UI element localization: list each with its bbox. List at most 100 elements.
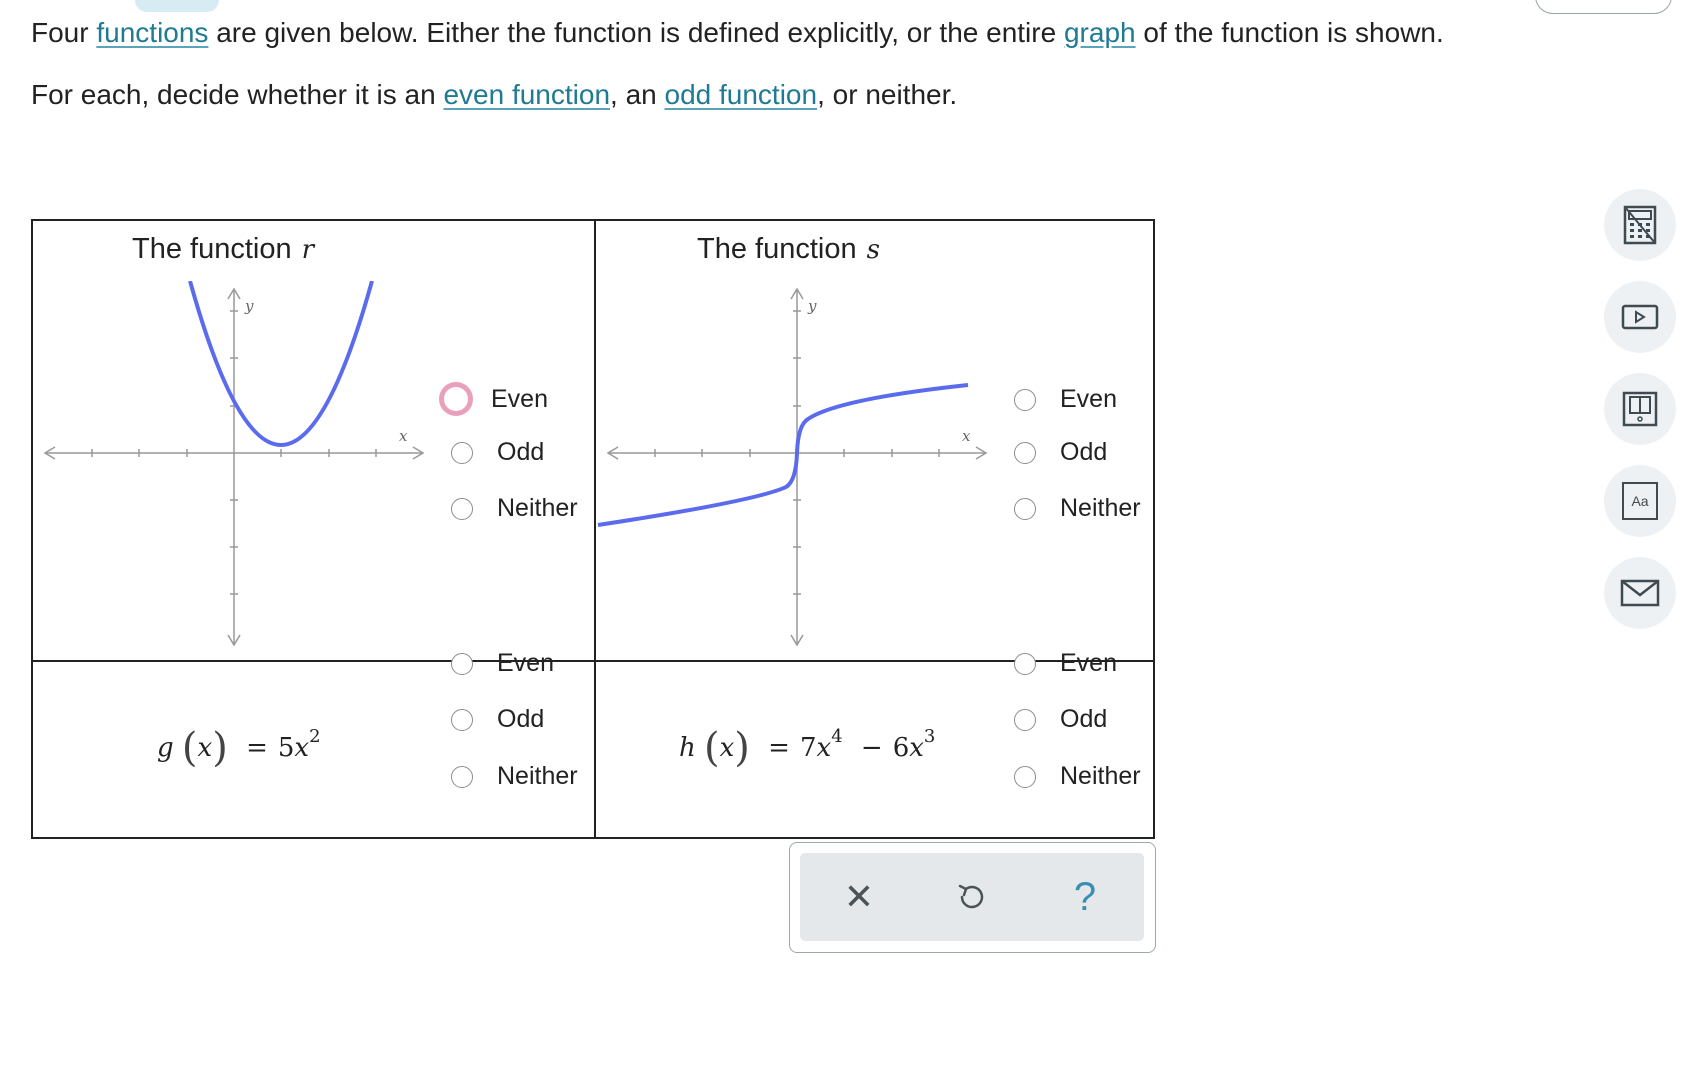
- prompt-text: are given below. Either the function is …: [208, 17, 1064, 48]
- textbook-icon: [1622, 391, 1658, 427]
- clear-button[interactable]: ✕: [831, 869, 887, 925]
- radio-button[interactable]: [451, 652, 473, 675]
- radio-button[interactable]: [1014, 441, 1036, 464]
- calculator-icon: [1623, 205, 1657, 245]
- choice-label: Even: [1060, 649, 1117, 677]
- choice-label: Neither: [497, 494, 578, 522]
- link-graph[interactable]: graph: [1064, 17, 1136, 48]
- function-s-title: The function s: [697, 233, 880, 266]
- y-axis-label: y: [245, 297, 254, 315]
- minus-sign: −: [860, 733, 883, 763]
- choice-label: Even: [1060, 385, 1117, 413]
- argument: x: [197, 733, 213, 763]
- video-button[interactable]: [1604, 281, 1676, 353]
- choice-h-even[interactable]: Even: [1014, 649, 1117, 678]
- glossary-button[interactable]: Aa: [1604, 465, 1676, 537]
- choice-label: Even: [491, 384, 548, 413]
- radio-button[interactable]: [1014, 497, 1036, 520]
- choice-label: Neither: [1060, 762, 1141, 790]
- radio-button[interactable]: [451, 765, 473, 788]
- equals-sign: =: [768, 733, 790, 763]
- variable: x: [909, 733, 924, 763]
- argument: x: [719, 733, 735, 763]
- choice-s-even[interactable]: Even: [1014, 385, 1117, 414]
- choice-label: Even: [497, 649, 554, 677]
- paren-right: ): [734, 725, 750, 771]
- textbook-button[interactable]: [1604, 373, 1676, 445]
- glossary-label: Aa: [1631, 493, 1649, 509]
- graph-r: [43, 281, 425, 647]
- undo-icon: [958, 884, 984, 909]
- choice-g-odd[interactable]: Odd: [451, 705, 544, 734]
- coefficient: 5: [277, 733, 295, 763]
- prompt-text: Four: [31, 17, 97, 48]
- formula-h: h (x) = 7x4 −6x3: [679, 725, 935, 771]
- function-variable: r: [301, 235, 315, 265]
- radio-button[interactable]: [451, 441, 473, 464]
- link-even-function[interactable]: even function: [443, 79, 610, 110]
- help-button[interactable]: ?: [1057, 869, 1113, 925]
- radio-button[interactable]: [451, 497, 473, 520]
- function-name: g: [157, 733, 174, 763]
- email-button[interactable]: [1604, 557, 1676, 629]
- radio-button[interactable]: [1014, 652, 1036, 675]
- paren-right: ): [212, 725, 228, 771]
- top-tab[interactable]: [135, 0, 219, 12]
- action-bar: ✕ ?: [800, 853, 1144, 941]
- choice-s-neither[interactable]: Neither: [1014, 494, 1141, 523]
- radio-button[interactable]: [451, 708, 473, 731]
- exponent: 4: [831, 726, 843, 747]
- graph-s: [597, 287, 988, 647]
- link-functions[interactable]: functions: [96, 17, 208, 48]
- exponent: 2: [309, 726, 321, 747]
- x-axis-label: x: [962, 427, 971, 445]
- top-right-button[interactable]: [1535, 0, 1672, 14]
- prompt-text: , an: [610, 79, 665, 110]
- prompt-text: of the function is shown.: [1135, 17, 1444, 48]
- exponent: 3: [923, 726, 936, 747]
- choice-label: Odd: [497, 438, 545, 466]
- paren-left: (: [181, 725, 198, 771]
- choice-label: Odd: [497, 705, 545, 733]
- choice-g-even[interactable]: Even: [451, 649, 554, 678]
- choice-h-neither[interactable]: Neither: [1014, 762, 1141, 791]
- y-axis-label: y: [808, 297, 817, 315]
- close-icon: ✕: [843, 876, 875, 917]
- radio-button[interactable]: [1014, 765, 1036, 788]
- paren-left: (: [704, 725, 720, 771]
- coefficient: 6: [892, 733, 910, 763]
- choice-label: Odd: [1060, 438, 1108, 466]
- formula-g: g (x) = 5x2: [157, 725, 321, 771]
- choice-s-odd[interactable]: Odd: [1014, 438, 1107, 467]
- prompt-text: For each, decide whether it is an: [31, 79, 444, 110]
- function-r-title: The function r: [132, 233, 314, 266]
- video-icon: [1621, 304, 1659, 330]
- function-title-text: The function: [697, 233, 857, 265]
- choice-r-even[interactable]: Even: [439, 382, 548, 416]
- calculator-button[interactable]: [1604, 189, 1676, 261]
- variable: x: [294, 733, 310, 763]
- glossary-icon: Aa: [1622, 482, 1658, 520]
- radio-button[interactable]: [1014, 388, 1036, 411]
- coefficient: 7: [799, 733, 817, 763]
- help-icon: ?: [1073, 874, 1097, 919]
- functions-table: The function r y x Even Odd Neither The f…: [31, 219, 1155, 839]
- prompt-text: , or neither.: [817, 79, 958, 110]
- undo-button[interactable]: [944, 869, 1000, 925]
- choice-label: Neither: [1060, 494, 1141, 522]
- radio-button[interactable]: [1014, 708, 1036, 731]
- link-odd-function[interactable]: odd function: [665, 79, 818, 110]
- function-variable: s: [866, 235, 880, 265]
- function-title-text: The function: [132, 233, 292, 265]
- choice-g-neither[interactable]: Neither: [451, 762, 578, 791]
- table-divider-horizontal: [33, 660, 1153, 662]
- choice-r-odd[interactable]: Odd: [451, 438, 544, 467]
- choice-r-neither[interactable]: Neither: [451, 494, 578, 523]
- choice-label: Odd: [1060, 705, 1108, 733]
- prompt-line-2: For each, decide whether it is an even f…: [31, 78, 957, 112]
- choice-label: Neither: [497, 762, 578, 790]
- function-name: h: [679, 733, 696, 763]
- email-icon: [1620, 579, 1660, 607]
- choice-h-odd[interactable]: Odd: [1014, 705, 1107, 734]
- radio-button-selected[interactable]: [439, 382, 473, 416]
